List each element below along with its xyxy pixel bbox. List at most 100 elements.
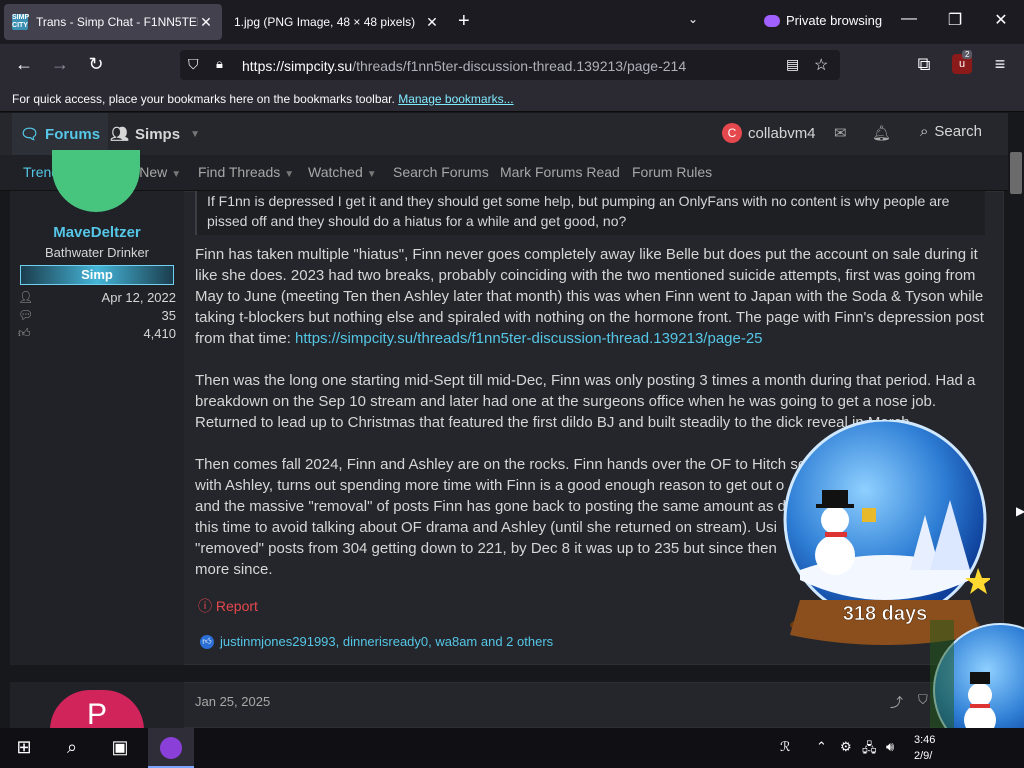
- subnav-forum-rules[interactable]: Forum Rules: [632, 164, 712, 180]
- subnav-label: Watched: [308, 164, 363, 180]
- tab-image[interactable]: 1.jpg (PNG Image, 48 × 48 pixels) ✕: [226, 4, 448, 40]
- tab-title: 1.jpg (PNG Image, 48 × 48 pixels): [234, 15, 416, 29]
- account-menu[interactable]: C collabvm4: [722, 123, 816, 143]
- caret-down-icon: ▼: [171, 169, 182, 180]
- post-user-column: [10, 191, 184, 665]
- private-browsing-indicator: Private browsing: [764, 13, 882, 28]
- simpcity-favicon-icon: SIMP CITY: [12, 14, 30, 30]
- search-icon[interactable]: ⌕: [60, 737, 84, 758]
- search-label: Search: [934, 123, 982, 140]
- taskbar-firefox[interactable]: [148, 728, 194, 768]
- reader-view-icon[interactable]: ▤: [786, 56, 799, 73]
- scrollbar-thumb[interactable]: [1010, 152, 1022, 194]
- stat-joined: 👤︎ Apr 12, 2022: [18, 290, 176, 308]
- task-view-icon[interactable]: ▣: [108, 737, 132, 758]
- tray-apps-icon[interactable]: ⚙: [840, 739, 852, 755]
- scroll-right-arrow-icon: ▶: [1016, 504, 1024, 518]
- user-icon: 👤︎: [18, 290, 34, 304]
- bell-icon[interactable]: 🔔︎: [872, 124, 891, 142]
- volume-icon[interactable]: 🔊︎: [886, 739, 894, 755]
- nav-forums[interactable]: 🗨︎ Forums: [12, 113, 109, 155]
- url-path: /threads/f1nn5ter-discussion-thread.1392…: [352, 58, 687, 74]
- url-host: https://simpcity.su: [242, 58, 353, 74]
- clock-time: 3:46: [914, 734, 936, 746]
- url-bar[interactable]: ⛉ 🔒︎ https://simpcity.su/threads/f1nn5te…: [180, 50, 840, 80]
- reactors-list[interactable]: justinmjones291993, dinnerisready0, wa8a…: [220, 634, 553, 649]
- snow-globe: [930, 620, 1024, 728]
- stat-value: 35: [161, 308, 176, 323]
- tab-simpcity[interactable]: SIMP CITY Trans - Simp Chat - F1NN5TER ✕: [4, 4, 222, 40]
- caret-down-icon: ▼: [284, 169, 295, 180]
- reload-icon[interactable]: ↻: [84, 54, 108, 75]
- bookmarks-bar: For quick access, place your bookmarks h…: [0, 86, 1024, 112]
- subnav-watched[interactable]: Watched ▼: [308, 164, 377, 180]
- avatar: C: [722, 123, 742, 143]
- restore-icon[interactable]: ❐: [940, 10, 970, 30]
- sub-navigation: Trending What's New▼ Find Threads▼ Watch…: [0, 155, 1008, 191]
- subnav-find-threads[interactable]: Find Threads ▼: [198, 164, 294, 180]
- close-tab-icon[interactable]: ✕: [424, 14, 440, 31]
- url-text[interactable]: https://simpcity.su/threads/f1nn5ter-dis…: [242, 58, 686, 74]
- stat-value: 4,410: [143, 326, 176, 341]
- users-icon: 👥︎: [110, 126, 130, 143]
- caret-down-icon: ▼: [190, 128, 200, 140]
- report-label: Report: [215, 598, 258, 614]
- stat-reactions: 👍︎ 4,410: [18, 326, 176, 344]
- close-tab-icon[interactable]: ✕: [198, 14, 214, 31]
- firefox-private-icon: [160, 737, 182, 759]
- report-icon: ⓘ: [198, 598, 212, 614]
- user-banner: Simp: [20, 265, 174, 285]
- account-username: collabvm4: [748, 124, 816, 142]
- close-window-icon[interactable]: ✕: [986, 10, 1016, 30]
- nav-simps[interactable]: 👥︎ Simps ▼: [110, 113, 200, 155]
- subnav-search-forums[interactable]: Search Forums: [393, 164, 489, 180]
- post-date[interactable]: Jan 25, 2025: [195, 694, 270, 709]
- subnav-label: Forum Rules: [632, 164, 713, 180]
- menu-icon[interactable]: ≡: [988, 54, 1012, 75]
- network-icon[interactable]: 🖧︎: [862, 739, 877, 761]
- new-tab-button[interactable]: +: [458, 10, 470, 33]
- search-button[interactable]: ⌕ Search: [920, 123, 982, 140]
- bookmarks-hint: For quick access, place your bookmarks h…: [12, 92, 514, 106]
- subnav-mark-forums-read[interactable]: Mark Forums Read: [500, 164, 620, 180]
- subnav-label: Find Threads: [198, 164, 281, 180]
- stat-messages: 💬︎ 35: [18, 308, 176, 326]
- reactions-bar[interactable]: 👍︎ justinmjones291993, dinnerisready0, w…: [200, 634, 553, 649]
- countdown-label: 318 days: [843, 603, 928, 625]
- private-label: Private browsing: [786, 13, 883, 28]
- caret-down-icon: ▼: [366, 169, 377, 180]
- post-author[interactable]: MaveDeltzer: [10, 224, 184, 241]
- bookmark-icon[interactable]: ⛉: [918, 692, 928, 708]
- lock-icon[interactable]: 🔒︎: [216, 56, 223, 72]
- thread-link[interactable]: https://simpcity.su/threads/f1nn5ter-dis…: [295, 330, 763, 347]
- author-title: Bathwater Drinker: [44, 245, 150, 260]
- manage-bookmarks-link[interactable]: Manage bookmarks...: [398, 92, 513, 106]
- clock[interactable]: 3:46 2/9/: [914, 732, 935, 764]
- extensions-icon[interactable]: ⧉: [912, 54, 936, 75]
- envelope-icon[interactable]: ✉: [834, 124, 847, 142]
- windows-start-icon[interactable]: ⊞: [12, 737, 36, 758]
- people-icon[interactable]: ℛ: [780, 739, 790, 755]
- search-icon: ⌕: [920, 123, 929, 140]
- report-button[interactable]: ⓘ Report: [198, 596, 258, 616]
- comment-icon: 💬︎: [18, 308, 34, 322]
- stat-value: Apr 12, 2022: [101, 290, 176, 305]
- shield-icon[interactable]: ⛉: [188, 56, 199, 73]
- tab-title: Trans - Simp Chat - F1NN5TER: [36, 15, 198, 29]
- simps-label: Simps: [135, 125, 181, 143]
- list-all-tabs-icon[interactable]: ⌄: [688, 12, 698, 26]
- minimize-icon[interactable]: —: [894, 10, 924, 28]
- site-header: 🗨︎ Forums 👥︎ Simps ▼ C collabvm4 ✉ 🔔︎ ⌕ …: [0, 113, 1008, 155]
- back-icon[interactable]: ←: [12, 54, 36, 75]
- chevron-up-icon[interactable]: ⌃: [816, 739, 827, 755]
- extension-badge: 2: [962, 50, 973, 59]
- bookmark-star-icon[interactable]: ☆: [814, 55, 828, 75]
- share-icon[interactable]: ⤴: [890, 692, 903, 711]
- bookmarks-hint-text: For quick access, place your bookmarks h…: [12, 92, 395, 106]
- clock-date: 2/9/: [914, 750, 933, 762]
- subnav-label: Mark Forums Read: [500, 164, 620, 180]
- forums-label: Forums: [45, 125, 101, 143]
- private-mask-icon: [764, 14, 780, 27]
- post-paragraph: Finn has taken multiple "hiatus", Finn n…: [195, 244, 990, 349]
- forward-icon[interactable]: →: [48, 54, 72, 75]
